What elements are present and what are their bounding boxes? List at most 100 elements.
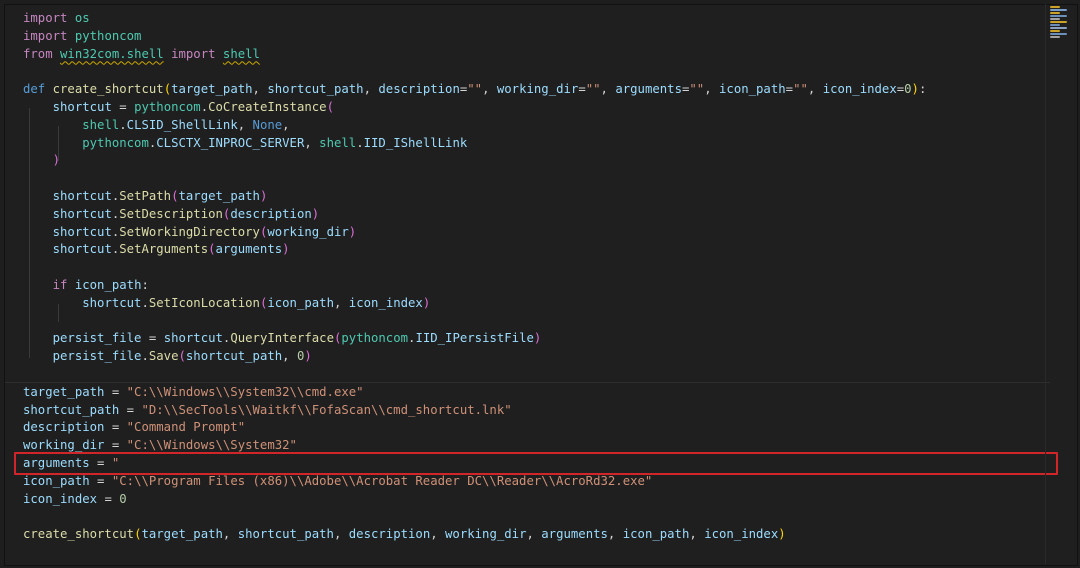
- code-token: working_dir: [496, 82, 579, 97]
- code-line[interactable]: import os: [23, 10, 926, 28]
- code-token: description: [348, 527, 431, 542]
- arguments-line-highlight: [14, 452, 1058, 475]
- minimap[interactable]: [1050, 6, 1074, 46]
- code-line[interactable]: def create_shortcut(target_path, shortcu…: [23, 81, 926, 99]
- code-line[interactable]: shell.CLSID_ShellLink, None,: [23, 117, 926, 135]
- code-token: icon_path: [622, 527, 690, 542]
- code-token: (: [208, 242, 216, 257]
- code-token: 0: [119, 491, 127, 506]
- code-token: win32com.shell: [60, 46, 164, 61]
- code-token: CLSID_ShellLink: [126, 117, 238, 132]
- minimap-row: [1050, 12, 1060, 14]
- code-token: CLSCTX_INPROC_SERVER: [156, 135, 305, 150]
- code-token: shortcut: [52, 242, 112, 257]
- code-token: ): [304, 349, 312, 364]
- code-token: =: [97, 491, 120, 506]
- code-token: ): [52, 153, 61, 168]
- code-token: IID_IPersistFile: [415, 331, 534, 346]
- code-line[interactable]: [23, 366, 926, 384]
- code-token: from: [23, 46, 53, 61]
- code-token: =: [785, 82, 794, 97]
- code-token: ,: [689, 527, 705, 542]
- code-line[interactable]: icon_path = "C:\\Program Files (x86)\\Ad…: [23, 473, 926, 491]
- code-token: "C:\\Windows\\System32": [126, 438, 297, 453]
- code-token: target_path: [178, 188, 260, 203]
- code-token: working_dir: [23, 438, 105, 453]
- code-line[interactable]: from win32com.shell import shell: [23, 46, 926, 64]
- code-token: SetDescription: [119, 206, 223, 221]
- code-token: target_path: [171, 82, 253, 97]
- code-token: =: [89, 473, 112, 488]
- code-token: =: [111, 99, 135, 114]
- code-token: "C:\\Program Files (x86)\\Adobe\\Acrobat…: [111, 473, 653, 488]
- code-token: icon_path: [74, 277, 142, 292]
- minimap-row: [1050, 9, 1067, 11]
- code-token: 0: [904, 82, 912, 97]
- code-line[interactable]: [23, 313, 926, 331]
- minimap-row: [1050, 33, 1067, 35]
- code-line[interactable]: description = "Command Prompt": [23, 419, 926, 437]
- code-line[interactable]: persist_file = shortcut.QueryInterface(p…: [23, 330, 926, 348]
- code-token: icon_path: [267, 295, 334, 310]
- code-line[interactable]: target_path = "C:\\Windows\\System32\\cm…: [23, 384, 926, 402]
- minimap-row: [1050, 30, 1060, 32]
- code-token: ,: [333, 527, 349, 542]
- code-token: pythoncom: [341, 331, 409, 346]
- code-token: arguments: [541, 527, 608, 542]
- code-token: icon_path: [719, 82, 786, 97]
- code-line[interactable]: pythoncom.CLSCTX_INPROC_SERVER, shell.II…: [23, 135, 926, 153]
- code-token: ,: [704, 82, 720, 97]
- code-line[interactable]: if icon_path:: [23, 277, 926, 295]
- code-line[interactable]: ): [23, 152, 926, 170]
- code-token: SetWorkingDirectory: [119, 224, 260, 239]
- code-token: if: [52, 277, 68, 292]
- code-line[interactable]: shortcut.SetWorkingDirectory(working_dir…: [23, 224, 926, 242]
- code-line[interactable]: icon_index = 0: [23, 491, 926, 509]
- code-line[interactable]: shortcut.SetDescription(description): [23, 206, 926, 224]
- code-line[interactable]: [23, 170, 926, 188]
- code-token: persist_file: [52, 331, 142, 346]
- code-line[interactable]: create_shortcut(target_path, shortcut_pa…: [23, 526, 926, 544]
- code-token: shortcut: [52, 188, 112, 203]
- code-line[interactable]: shortcut.SetArguments(arguments): [23, 241, 926, 259]
- minimap-row: [1050, 24, 1060, 26]
- code-token: shortcut_path: [185, 349, 283, 364]
- code-line[interactable]: persist_file.Save(shortcut_path, 0): [23, 348, 926, 366]
- code-token: shortcut: [52, 206, 112, 221]
- code-line[interactable]: shortcut.SetPath(target_path): [23, 188, 926, 206]
- editor-scrollbar[interactable]: [1045, 4, 1046, 564]
- code-token: =: [141, 331, 164, 346]
- code-line[interactable]: [23, 259, 926, 277]
- code-token: target_path: [23, 384, 105, 399]
- code-token: "D:\\SecTools\\Waitkf\\FofaScan\\cmd_sho…: [141, 402, 512, 417]
- code-token: shortcut: [82, 295, 142, 310]
- code-token: shortcut: [163, 331, 223, 346]
- code-token: "": [793, 82, 808, 97]
- code-token: .: [141, 349, 149, 364]
- code-token: shortcut_path: [23, 402, 120, 417]
- code-token: :: [141, 277, 149, 292]
- code-token: ,: [282, 117, 290, 132]
- code-token: ,: [607, 527, 623, 542]
- code-line[interactable]: shortcut_path = "D:\\SecTools\\Waitkf\\F…: [23, 402, 926, 420]
- code-line[interactable]: shortcut = pythoncom.CoCreateInstance(: [23, 99, 926, 117]
- minimap-row: [1050, 15, 1067, 17]
- code-token: icon_index: [348, 295, 423, 310]
- code-token: description: [230, 206, 312, 221]
- code-token: .: [119, 117, 127, 132]
- code-token: icon_index: [822, 82, 897, 97]
- code-token: .: [141, 295, 149, 310]
- code-line[interactable]: [23, 508, 926, 526]
- code-token: QueryInterface: [230, 331, 334, 346]
- code-token: ,: [482, 82, 497, 97]
- code-line[interactable]: import pythoncom: [23, 28, 926, 46]
- code-line[interactable]: shortcut.SetIconLocation(icon_path, icon…: [23, 295, 926, 313]
- code-token: icon_path: [23, 473, 90, 488]
- code-line[interactable]: [23, 63, 926, 81]
